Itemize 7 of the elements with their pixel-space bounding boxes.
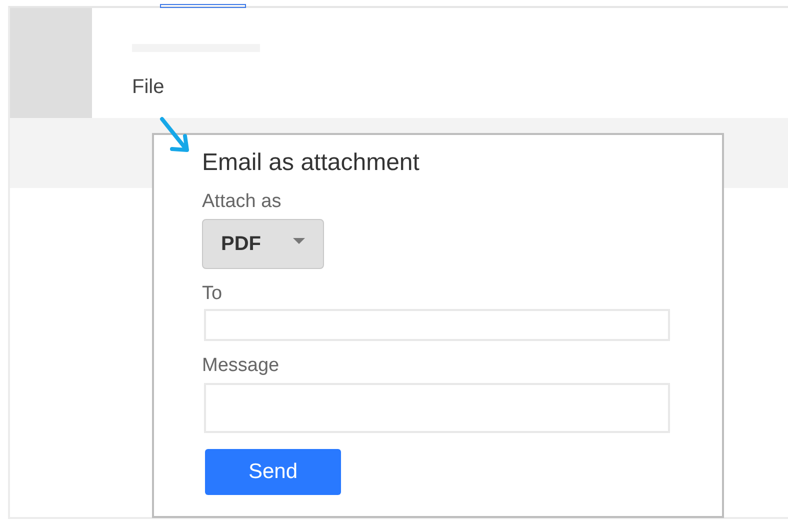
format-dropdown[interactable]: PDF: [202, 219, 324, 269]
to-label: To: [202, 283, 224, 305]
attach-label: Attach as: [202, 191, 282, 213]
dialog-title: Email as attachment: [202, 149, 420, 177]
send-button[interactable]: Send: [205, 449, 341, 495]
message-label: Message: [202, 355, 280, 377]
file-label: File: [132, 76, 166, 99]
